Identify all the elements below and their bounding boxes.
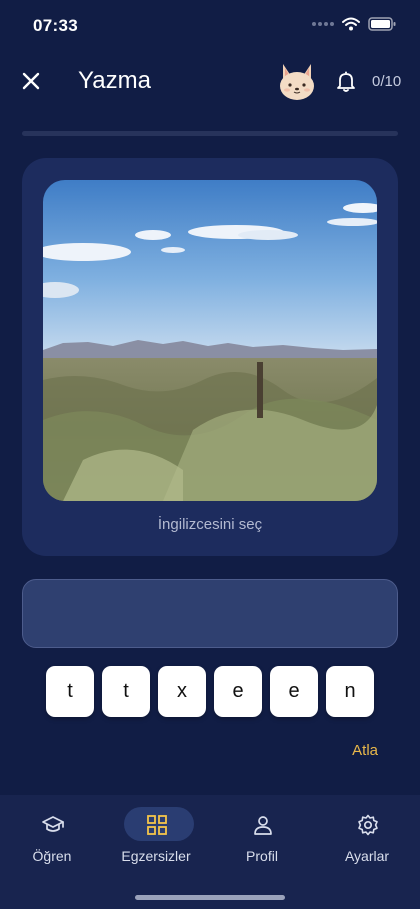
status-bar: 07:33 — [0, 0, 420, 54]
grid-icon — [147, 815, 167, 835]
person-icon — [254, 816, 272, 835]
letter-tile[interactable]: t — [46, 666, 94, 717]
status-time: 07:33 — [33, 16, 78, 35]
nav-item-profile[interactable]: Profil — [212, 807, 312, 869]
letter-tile[interactable]: e — [214, 666, 262, 717]
close-icon[interactable] — [18, 68, 44, 94]
bottom-navigation: Öğren Egzersizler Profil Ayarlar — [0, 795, 420, 909]
letter-tile[interactable]: n — [326, 666, 374, 717]
page-title: Yazma — [78, 67, 151, 94]
cellular-signal-icon — [312, 22, 334, 26]
skip-button[interactable]: Atla — [352, 742, 378, 759]
answer-input[interactable] — [22, 579, 398, 648]
status-icons — [312, 17, 396, 31]
question-image — [43, 180, 377, 501]
letter-tiles: t t x e e n — [46, 666, 374, 717]
nav-label: Egzersizler — [121, 848, 191, 864]
battery-icon — [368, 17, 396, 31]
nav-label: Ayarlar — [344, 848, 390, 864]
header: Yazma 0/10 — [0, 56, 420, 108]
nav-label: Profil — [246, 848, 278, 864]
bell-icon[interactable] — [334, 69, 358, 93]
progress-bar — [22, 131, 398, 136]
nav-item-exercises[interactable]: Egzersizler — [106, 807, 206, 869]
question-counter: 0/10 — [372, 73, 402, 90]
instruction-text: İngilizcesini seç — [157, 516, 263, 533]
home-indicator — [135, 895, 285, 900]
fox-mascot-icon — [280, 64, 314, 100]
letter-tile[interactable]: e — [270, 666, 318, 717]
nav-item-settings[interactable]: Ayarlar — [317, 807, 417, 869]
question-card: İngilizcesini seç — [22, 158, 398, 556]
wifi-icon — [342, 17, 360, 31]
graduation-cap-icon — [42, 816, 64, 832]
letter-tile[interactable]: x — [158, 666, 206, 717]
gear-icon — [358, 814, 378, 836]
letter-tile[interactable]: t — [102, 666, 150, 717]
nav-item-learn[interactable]: Öğren — [2, 807, 102, 869]
